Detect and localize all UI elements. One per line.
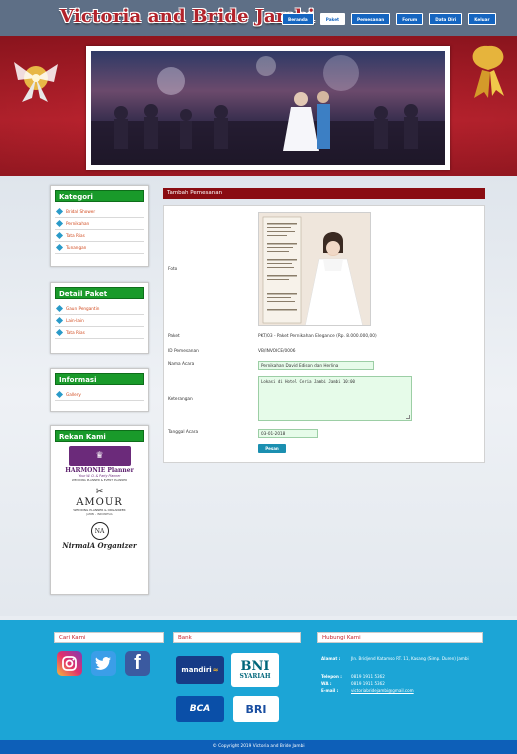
sidebar-kategori: Kategori Bridal Shower Pernikahan Tata R…	[50, 185, 149, 267]
nav-keluar[interactable]: Keluar	[468, 13, 496, 25]
label-id-pemesanan: ID Pemesanan	[168, 349, 199, 354]
footer-cari-kami-title: Cari Kami	[54, 632, 164, 643]
contact-wa: WA :0819 1911 5362	[321, 681, 385, 686]
amour-logo-icon: ✂	[95, 487, 104, 497]
hero-banner	[0, 36, 517, 176]
keterangan-textarea[interactable]: Lokasi di Hotel Ceria Jambi Jambi 10:00	[258, 376, 412, 421]
sidebar-kategori-title: Kategori	[55, 190, 144, 202]
bank-bca[interactable]: BCA	[176, 696, 224, 722]
bank-bni-syariah[interactable]: BNI SYARIAH	[231, 653, 279, 687]
tanggal-acara-input[interactable]: 03-01-2018	[258, 429, 318, 438]
diamond-bullet-icon	[55, 328, 64, 337]
sidebar-item-tunangan[interactable]: Tunangan	[55, 242, 144, 254]
value-paket: PKT/03 - Paket Pernikahan Elegance (Rp. …	[258, 334, 377, 339]
nav-paket[interactable]: Paket	[319, 13, 346, 25]
label-keterangan: Keterangan	[168, 397, 193, 402]
diamond-bullet-icon	[55, 390, 64, 399]
site-header: Victoria and Bride Jambi Beranda Paket P…	[0, 0, 517, 36]
diamond-bullet-icon	[55, 304, 64, 313]
banner-photo-frame	[86, 46, 450, 170]
facebook-icon[interactable]: f	[125, 651, 150, 676]
nav-data-diri[interactable]: Data Diri	[429, 13, 463, 25]
bank-bri[interactable]: BRI	[233, 696, 279, 722]
label-tanggal-acara: Tanggal Acara	[168, 430, 199, 435]
contact-alamat: Alamat : Jln. Bridjend Katamso RT. 11, Ka…	[321, 656, 469, 661]
diamond-bullet-icon	[55, 243, 64, 252]
sidebar-detail-paket: Detail Paket Gaun Pengantin Lain-lain Ta…	[50, 282, 149, 354]
harmonie-logo-icon: ♛	[68, 446, 131, 466]
diamond-bullet-icon	[55, 231, 64, 240]
sidebar-item-pernikahan[interactable]: Pernikahan	[55, 218, 144, 230]
value-id-pemesanan: VB/INVOICE/0006	[258, 349, 296, 354]
twitter-icon[interactable]	[91, 651, 116, 676]
footer-bank-title: Bank	[173, 632, 301, 643]
resize-handle-icon[interactable]	[406, 415, 410, 419]
site-logo[interactable]: Victoria and Bride Jambi	[60, 6, 315, 27]
sidebar-informasi-title: Informasi	[55, 373, 144, 385]
nav-forum[interactable]: Forum	[396, 13, 424, 25]
sponsor-harmonie[interactable]: ♛ HARMONIE Planner Your W. O. & Party Pl…	[55, 446, 144, 482]
label-nama-acara: Nama Acara	[168, 362, 195, 367]
bank-mandiri[interactable]: mandiri ≈	[176, 656, 224, 684]
sidebar-item-lain-lain[interactable]: Lain-lain	[55, 315, 144, 327]
nav-pemesanan[interactable]: Pemesanan	[351, 13, 391, 25]
sidebar-item-tata-rias[interactable]: Tata Rias	[55, 230, 144, 242]
nama-acara-input[interactable]: Pernikahan David Edison dan Herlina	[258, 361, 374, 370]
package-photo	[258, 212, 371, 326]
label-foto: Foto	[168, 267, 178, 272]
diamond-bullet-icon	[55, 219, 64, 228]
sponsor-amour[interactable]: ✂ AMOUR WEDDING PLANNER & ORGANIZER JAMB…	[55, 487, 144, 516]
sponsor-nirmala[interactable]: NA NirmalA Organizer	[55, 522, 144, 550]
main-nav: Beranda Paket Pemesanan Forum Data Diri …	[282, 13, 496, 25]
nav-beranda[interactable]: Beranda	[282, 13, 314, 25]
ornament-bow-icon	[14, 62, 58, 102]
label-paket: Paket	[168, 334, 180, 339]
email-link[interactable]: victoriabridejambi@gmail.com	[351, 688, 414, 693]
mandiri-wave-icon: ≈	[212, 666, 219, 674]
order-form: Foto Paket PKT/03 - Paket Pernikahan Ele…	[163, 205, 485, 463]
instagram-icon[interactable]	[57, 651, 82, 676]
ornament-ribbon-icon	[472, 45, 504, 98]
sidebar-detail-title: Detail Paket	[55, 287, 144, 299]
sidebar-item-bridal-shower[interactable]: Bridal Shower	[55, 206, 144, 218]
pesan-button[interactable]: Pesan	[258, 444, 286, 453]
contact-email: E-mail : victoriabridejambi@gmail.com	[321, 688, 414, 693]
sidebar-item-gallery[interactable]: Gallery	[55, 389, 144, 401]
nirmala-logo-icon: NA	[90, 522, 109, 540]
copyright-bar: © Copyright 2019 Victoria and Bride Jamb…	[0, 740, 517, 754]
page-title: Tambah Pemesanan	[163, 188, 485, 199]
diamond-bullet-icon	[55, 316, 64, 325]
sidebar-item-gaun-pengantin[interactable]: Gaun Pengantin	[55, 303, 144, 315]
wedding-photo	[91, 51, 445, 165]
footer-hubungi-title: Hubungi Kami	[317, 632, 483, 643]
sidebar-rekan-kami: Rekan Kami ♛ HARMONIE Planner Your W. O.…	[50, 425, 149, 595]
diamond-bullet-icon	[55, 207, 64, 216]
contact-telepon: Telepon :0819 1911 5362	[321, 674, 385, 679]
sidebar-rekan-title: Rekan Kami	[55, 430, 144, 442]
sidebar-item-tata-rias-detail[interactable]: Tata Rias	[55, 327, 144, 339]
sidebar-informasi: Informasi Gallery	[50, 368, 149, 412]
